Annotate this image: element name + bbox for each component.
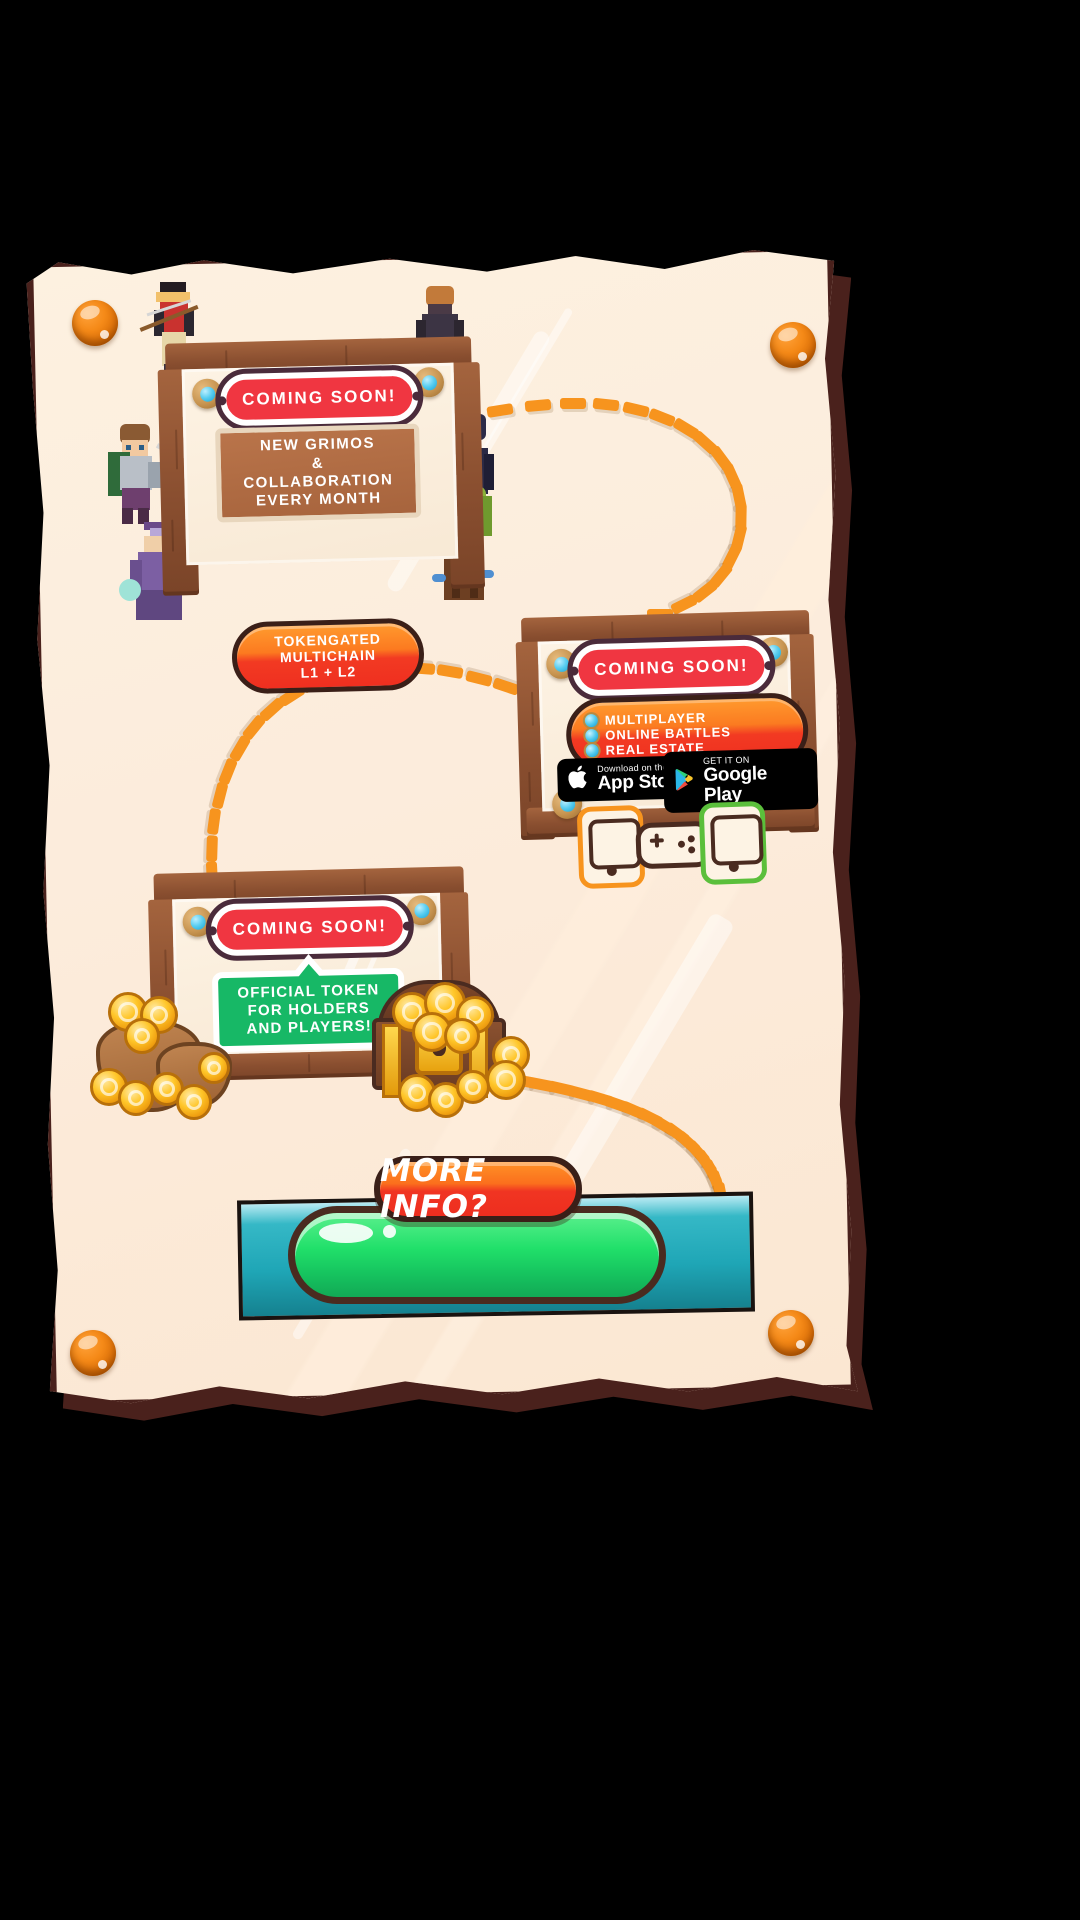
- gold-coin-icon: [444, 1018, 480, 1054]
- orange-screw-icon: [770, 322, 816, 368]
- dashed-path-segment: [524, 398, 552, 413]
- google-play-big-label: Google Play: [703, 763, 768, 807]
- gold-coin-icon: [124, 1018, 160, 1054]
- dashed-path-segment: [205, 835, 218, 862]
- more-info-label: MORE INFO?: [380, 1153, 488, 1225]
- bullet-icon: [585, 728, 599, 742]
- gloss-highlight: [319, 1223, 373, 1243]
- status-badge-coming-soon: COMING SOON!: [214, 364, 424, 432]
- bullet-icon: [584, 713, 599, 727]
- status-badge-coming-soon: COMING SOON!: [205, 894, 415, 962]
- sign-game: COMING SOON! MULTIPLAYER ONLINE BATTLES …: [515, 609, 820, 841]
- orange-screw-icon: [72, 300, 118, 346]
- dashed-path-segment: [560, 398, 587, 410]
- tokengated-pill: TOKENGATED MULTICHAIN L1 + L2: [231, 617, 425, 695]
- roadmap-screen: COMING SOON! NEW GRIMOS & COLLABORATION …: [0, 0, 1080, 1920]
- sign-grimos-line-1: NEW GRIMOS: [259, 435, 376, 455]
- tokengated-line-3: L1 + L2: [300, 663, 357, 681]
- gold-coin-icon: [176, 1084, 212, 1120]
- orange-screw-icon: [768, 1310, 814, 1356]
- status-badge-coming-soon: COMING SOON!: [566, 633, 777, 703]
- sign-token-line-3: AND PLAYERS!: [246, 1017, 373, 1038]
- more-info-button[interactable]: MORE INFO?: [374, 1153, 582, 1225]
- gold-coin-icon: [118, 1080, 154, 1116]
- gold-coin-icon: [198, 1052, 230, 1084]
- apple-icon: [568, 764, 591, 796]
- sign-grimos-line-2: &: [311, 454, 325, 472]
- gold-coin-icon: [456, 1070, 490, 1104]
- sign-grimos: COMING SOON! NEW GRIMOS & COLLABORATION …: [157, 336, 486, 596]
- bullet-icon: [585, 743, 599, 757]
- gold-coin-icon: [486, 1060, 526, 1100]
- tokengated-line-2: MULTICHAIN: [279, 646, 377, 666]
- sign-grimos-body: NEW GRIMOS & COLLABORATION EVERY MONTH: [215, 423, 422, 523]
- sign-grimos-line-4: EVERY MONTH: [255, 489, 382, 510]
- gloss-highlight: [383, 1225, 396, 1238]
- google-play-icon: [674, 767, 697, 797]
- orange-screw-icon: [70, 1330, 116, 1376]
- phone-icon: [698, 800, 768, 886]
